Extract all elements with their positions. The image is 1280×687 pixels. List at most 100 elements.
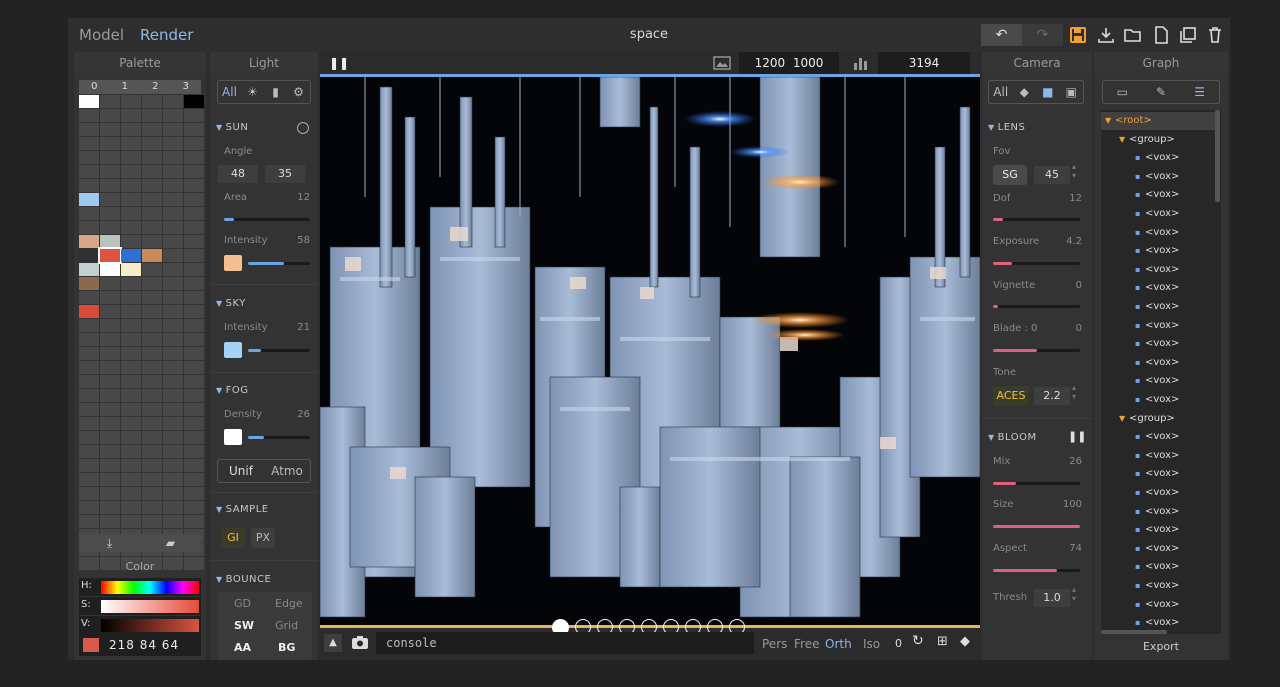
palette-swatch[interactable] xyxy=(184,431,204,444)
palette-swatch[interactable] xyxy=(79,137,99,150)
angle-b-field[interactable]: 35 xyxy=(265,165,305,183)
palette-swatch[interactable] xyxy=(79,109,99,122)
tree-vox[interactable]: ▪ <vox> xyxy=(1101,261,1219,279)
gi-button[interactable]: GI xyxy=(221,528,245,548)
tree-root[interactable]: ▼ <root> xyxy=(1101,112,1219,130)
vignette-slider[interactable] xyxy=(993,305,1080,308)
tree-vox[interactable]: ▪ <vox> xyxy=(1101,335,1219,353)
image-filter-icon[interactable]: ▣ xyxy=(1060,81,1084,103)
fov-sg-button[interactable]: SG xyxy=(993,165,1027,185)
palette-swatch[interactable] xyxy=(100,123,120,136)
palette-swatch[interactable] xyxy=(184,445,204,458)
palette-swatch[interactable] xyxy=(142,123,162,136)
bg-option[interactable]: BG xyxy=(278,641,295,654)
sun-intensity-slider[interactable] xyxy=(248,262,310,265)
palette-swatch[interactable] xyxy=(79,221,99,234)
palette-swatch[interactable] xyxy=(184,249,204,262)
grid-icon[interactable]: ⊞ xyxy=(937,634,948,649)
palette-swatch[interactable] xyxy=(142,179,162,192)
palette-swatch[interactable] xyxy=(98,247,122,264)
cube-filter-icon[interactable]: ◆ xyxy=(1013,81,1037,103)
tree-vox[interactable]: ▪ <vox> xyxy=(1101,224,1219,242)
palette-swatch[interactable] xyxy=(142,361,162,374)
redo-button[interactable]: ↷ xyxy=(1022,24,1063,46)
palette-swatch[interactable] xyxy=(163,95,183,108)
palette-swatch[interactable] xyxy=(184,221,204,234)
palette-swatch[interactable] xyxy=(184,291,204,304)
palette-swatch[interactable] xyxy=(142,375,162,388)
palette-swatch[interactable] xyxy=(121,109,141,122)
palette-swatch[interactable] xyxy=(163,473,183,486)
palette-swatch[interactable] xyxy=(184,459,204,472)
palette-swatch[interactable] xyxy=(184,95,204,108)
sky-color-swatch[interactable] xyxy=(224,342,242,358)
sun-section[interactable]: ▼ SUN xyxy=(216,122,248,133)
palette-swatch[interactable] xyxy=(79,431,99,444)
palette-swatch[interactable] xyxy=(121,501,141,514)
palette-swatch[interactable] xyxy=(79,473,99,486)
trash-icon[interactable] xyxy=(1206,26,1224,44)
palette-swatch[interactable] xyxy=(184,165,204,178)
palette-swatch[interactable] xyxy=(79,193,99,206)
palette-swatch[interactable] xyxy=(184,179,204,192)
mix-slider[interactable] xyxy=(993,482,1080,485)
blade-slider[interactable] xyxy=(993,349,1080,352)
palette-swatch[interactable] xyxy=(79,305,99,318)
tree-vox[interactable]: ▪ <vox> xyxy=(1101,465,1219,483)
palette-swatch[interactable] xyxy=(142,473,162,486)
angle-a-field[interactable]: 48 xyxy=(218,165,258,183)
grid-option[interactable]: Grid xyxy=(275,619,298,632)
sw-option[interactable]: SW xyxy=(234,619,254,632)
bars-icon[interactable]: ▮ xyxy=(264,81,287,103)
palette-swatch[interactable] xyxy=(163,221,183,234)
palette-swatch[interactable] xyxy=(100,333,120,346)
rgb-value[interactable]: 218 84 64 xyxy=(109,638,179,652)
palette-swatch[interactable] xyxy=(121,347,141,360)
download-icon[interactable] xyxy=(1097,26,1115,44)
tree-vox[interactable]: ▪ <vox> xyxy=(1101,279,1219,297)
size-slider[interactable] xyxy=(993,525,1080,528)
export-button[interactable]: Export xyxy=(1094,640,1228,653)
palette-swatch[interactable] xyxy=(163,123,183,136)
value-slider[interactable] xyxy=(101,619,199,632)
palette-swatch[interactable] xyxy=(100,137,120,150)
palette-swatch[interactable] xyxy=(184,263,204,276)
tree-vox[interactable]: ▪ <vox> xyxy=(1101,372,1219,390)
palette-swatch[interactable] xyxy=(163,515,183,528)
sun-color-swatch[interactable] xyxy=(224,255,242,271)
palette-swatch[interactable] xyxy=(100,95,120,108)
palette-col-0[interactable]: 0 xyxy=(79,80,110,94)
palette-swatch[interactable] xyxy=(121,193,141,206)
palette-swatch[interactable] xyxy=(121,417,141,430)
palette-swatch[interactable] xyxy=(121,459,141,472)
new-file-icon[interactable] xyxy=(1152,26,1170,44)
palette-swatch[interactable] xyxy=(79,501,99,514)
palette-swatch[interactable] xyxy=(121,95,141,108)
palette-swatch[interactable] xyxy=(79,151,99,164)
palette-swatch[interactable] xyxy=(100,305,120,318)
aspect-slider[interactable] xyxy=(993,569,1080,572)
px-button[interactable]: PX xyxy=(251,528,275,548)
palette-swatch[interactable] xyxy=(142,249,162,262)
palette-swatch[interactable] xyxy=(142,431,162,444)
edge-option[interactable]: Edge xyxy=(275,597,303,610)
pause-icon[interactable]: ❚❚ xyxy=(329,56,349,70)
palette-swatch[interactable] xyxy=(100,501,120,514)
lens-section[interactable]: ▼ LENS xyxy=(988,122,1025,133)
palette-swatch[interactable] xyxy=(163,207,183,220)
sun-icon[interactable]: ☀ xyxy=(241,81,264,103)
aa-option[interactable]: AA xyxy=(234,641,251,654)
palette-swatch[interactable] xyxy=(163,263,183,276)
tree-vox[interactable]: ▪ <vox> xyxy=(1101,596,1219,614)
orth-mode[interactable]: Orth xyxy=(825,637,852,651)
exposure-slider[interactable] xyxy=(993,262,1080,265)
tree-vox[interactable]: ▪ <vox> xyxy=(1101,186,1219,204)
palette-swatch[interactable] xyxy=(184,137,204,150)
palette-swatch[interactable] xyxy=(163,501,183,514)
tree-vox[interactable]: ▪ <vox> xyxy=(1101,540,1219,558)
fog-color-swatch[interactable] xyxy=(224,429,242,445)
palette-swatch[interactable] xyxy=(142,291,162,304)
palette-swatch[interactable] xyxy=(100,375,120,388)
tree-vox[interactable]: ▪ <vox> xyxy=(1101,354,1219,372)
brush-icon[interactable]: ✎ xyxy=(1142,81,1181,103)
